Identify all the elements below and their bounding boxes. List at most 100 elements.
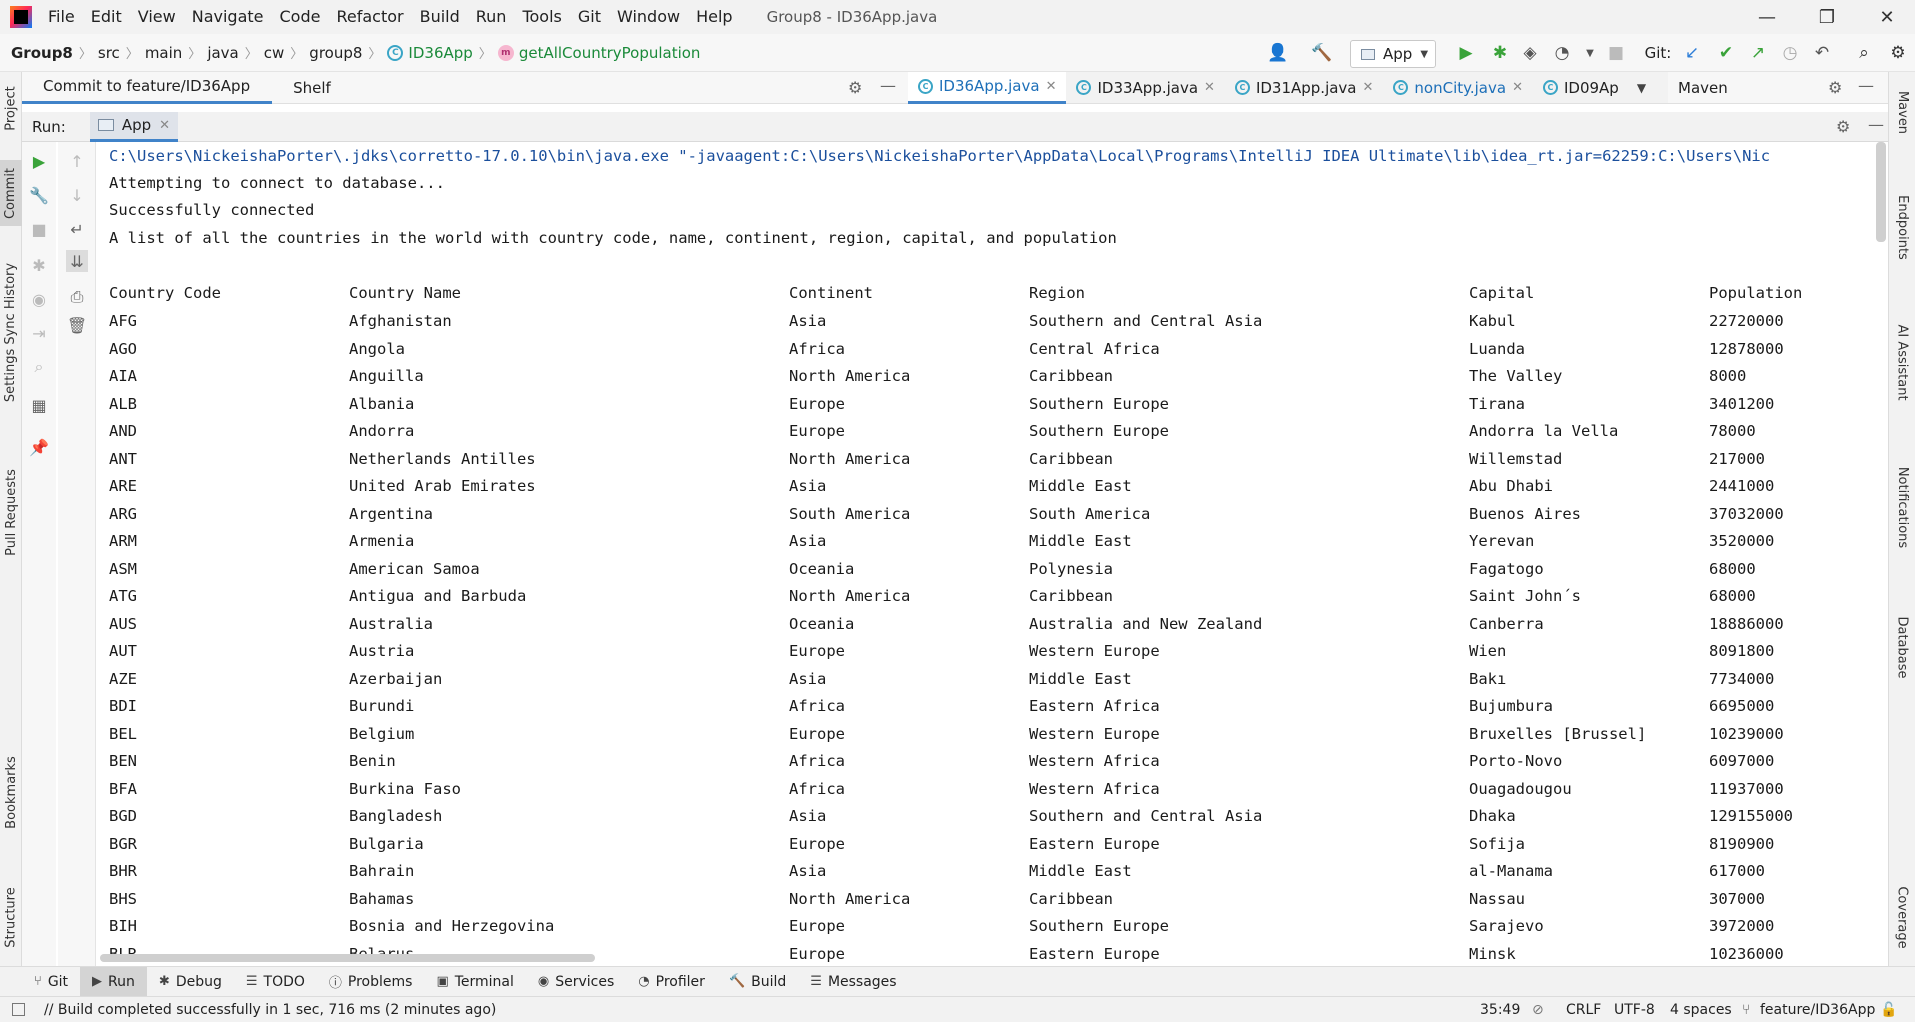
menu-tools[interactable]: Tools bbox=[514, 0, 569, 34]
bottom-tool-problems[interactable]: ⓘ Problems bbox=[317, 967, 425, 997]
menu-help[interactable]: Help bbox=[688, 0, 740, 34]
menu-code[interactable]: Code bbox=[272, 0, 329, 34]
tool-tab-ai-assistant[interactable]: AI Assistant bbox=[1889, 292, 1915, 432]
git-commit-icon[interactable]: ✔ bbox=[1714, 42, 1738, 64]
menu-window[interactable]: Window bbox=[609, 0, 688, 34]
bottom-tool-messages[interactable]: ☰ Messages bbox=[798, 967, 908, 997]
menu-run[interactable]: Run bbox=[468, 0, 515, 34]
tool-tab-notifications[interactable]: Notifications bbox=[1889, 442, 1915, 572]
tool-tab-coverage[interactable]: Coverage bbox=[1889, 862, 1915, 972]
debug-icon[interactable]: ✱ bbox=[1488, 42, 1512, 64]
close-tab-icon[interactable]: ✕ bbox=[1046, 79, 1057, 94]
tool-tab-structure[interactable]: Structure bbox=[0, 862, 22, 972]
modify-run-config-icon[interactable]: 🔧 bbox=[28, 184, 50, 206]
breadcrumb-class[interactable]: C ID36App bbox=[383, 44, 476, 62]
tool-tab-pull-requests[interactable]: Pull Requests bbox=[0, 452, 22, 572]
arrow-up-icon[interactable]: ↑ bbox=[66, 150, 88, 172]
run-hide-icon[interactable]: — bbox=[1868, 115, 1884, 134]
close-tab-icon[interactable]: ✕ bbox=[1363, 80, 1374, 95]
bottom-tool-build[interactable]: 🔨 Build bbox=[717, 967, 798, 997]
menu-view[interactable]: View bbox=[130, 0, 184, 34]
editor-tab-id09app[interactable]: C ID09Ap bbox=[1533, 72, 1629, 104]
breadcrumb-java[interactable]: java bbox=[203, 44, 242, 62]
editor-tab-id33app[interactable]: C ID33App.java ✕ bbox=[1066, 72, 1224, 104]
minimize-button[interactable]: — bbox=[1740, 0, 1794, 34]
tool-tab-project[interactable]: Project bbox=[0, 72, 22, 144]
menu-file[interactable]: File bbox=[40, 0, 83, 34]
bottom-tool-run[interactable]: ▶ Run bbox=[80, 966, 147, 997]
line-separator[interactable]: CRLF bbox=[1566, 997, 1601, 1022]
bottom-tool-profiler[interactable]: ◔ Profiler bbox=[626, 967, 717, 997]
tabs-dropdown-icon[interactable]: ▼ bbox=[1629, 81, 1654, 95]
git-push-icon[interactable]: ↗ bbox=[1746, 42, 1770, 64]
bottom-tool-services[interactable]: ◉ Services bbox=[526, 967, 626, 997]
maven-settings-icon[interactable]: ⚙ bbox=[1828, 78, 1842, 97]
breadcrumb-group8[interactable]: group8 bbox=[305, 44, 366, 62]
restore-button[interactable]: ❐ bbox=[1800, 0, 1854, 34]
tab-commit-to-feature[interactable]: Commit to feature/ID36App bbox=[22, 72, 273, 104]
profile-icon[interactable]: ◔ bbox=[1550, 42, 1574, 64]
status-message[interactable]: // Build completed successfully in 1 sec… bbox=[44, 1002, 496, 1018]
run-tab-app[interactable]: App ✕ bbox=[89, 111, 179, 142]
vertical-scrollbar[interactable] bbox=[1876, 142, 1886, 242]
menu-git[interactable]: Git bbox=[570, 0, 609, 34]
stop-icon[interactable]: ■ bbox=[28, 218, 50, 240]
editor-tab-noncity[interactable]: CnonCity.java ✕ bbox=[1383, 72, 1533, 104]
close-tab-icon[interactable]: ✕ bbox=[1204, 80, 1215, 95]
tool-tab-bookmarks[interactable]: Bookmarks bbox=[0, 742, 22, 842]
run-settings-icon[interactable]: ⚙ bbox=[1836, 117, 1850, 136]
pin-icon[interactable]: 📌 bbox=[28, 436, 50, 458]
search-icon[interactable]: ⌕ bbox=[1852, 42, 1876, 64]
commit-hide-icon[interactable]: — bbox=[880, 76, 896, 95]
trash-icon[interactable]: 🗑 bbox=[66, 314, 88, 336]
breadcrumb-src[interactable]: src bbox=[94, 44, 124, 62]
commit-settings-icon[interactable]: ⚙ bbox=[848, 78, 862, 97]
user-icon[interactable]: 👤 bbox=[1266, 42, 1290, 64]
soft-wrap-icon[interactable]: ↵ bbox=[66, 218, 88, 240]
menu-build[interactable]: Build bbox=[412, 0, 468, 34]
tool-tab-endpoints[interactable]: Endpoints bbox=[1889, 172, 1915, 282]
status-toggle-icon[interactable] bbox=[12, 1003, 25, 1016]
caret-position[interactable]: 35:49 bbox=[1480, 997, 1520, 1022]
git-history-icon[interactable]: ◷ bbox=[1778, 42, 1802, 64]
more-run-options-icon[interactable]: ▼ bbox=[1578, 42, 1602, 64]
editor-tab-id31app[interactable]: C ID31App.java ✕ bbox=[1225, 72, 1383, 104]
breadcrumb-method[interactable]: m getAllCountryPopulation bbox=[494, 44, 705, 62]
console-output[interactable]: C:\Users\NickeishaPorter\.jdks\corretto-… bbox=[96, 142, 1880, 962]
run-icon[interactable]: ▶ bbox=[1454, 42, 1478, 64]
bottom-tool-debug[interactable]: ✱ Debug bbox=[147, 967, 234, 997]
close-tab-icon[interactable]: ✕ bbox=[1512, 80, 1523, 95]
tool-tab-settings-sync-history[interactable]: Settings Sync History bbox=[0, 232, 22, 432]
camera-icon[interactable]: ◉ bbox=[28, 288, 50, 310]
bottom-tool-git[interactable]: ⑂ Git bbox=[22, 967, 80, 997]
login-icon[interactable]: ⇥ bbox=[28, 322, 50, 344]
breadcrumb-cw[interactable]: cw bbox=[260, 44, 289, 62]
lock-icon[interactable]: 🔓 bbox=[1880, 997, 1897, 1022]
coverage-icon[interactable]: ◈ bbox=[1518, 42, 1542, 64]
bottom-tool-todo[interactable]: ☰ TODO bbox=[234, 967, 317, 997]
build-hammer-icon[interactable]: 🔨 bbox=[1310, 42, 1334, 64]
print-icon[interactable]: ⎙ bbox=[66, 286, 88, 308]
arrow-down-icon[interactable]: ↓ bbox=[66, 184, 88, 206]
git-update-icon[interactable]: ↙ bbox=[1680, 42, 1704, 64]
git-branch[interactable]: feature/ID36App bbox=[1760, 997, 1875, 1022]
indent-setting[interactable]: 4 spaces bbox=[1670, 997, 1732, 1022]
maven-hide-icon[interactable]: — bbox=[1858, 76, 1874, 95]
git-rollback-icon[interactable]: ↶ bbox=[1810, 42, 1834, 64]
menu-refactor[interactable]: Refactor bbox=[328, 0, 411, 34]
menu-edit[interactable]: Edit bbox=[83, 0, 130, 34]
editor-tab-id36app[interactable]: C ID36App.java ✕ bbox=[908, 71, 1067, 104]
debug-icon[interactable]: ✱ bbox=[28, 254, 50, 276]
layout-icon[interactable]: ▦ bbox=[28, 394, 50, 416]
breadcrumb-main[interactable]: main bbox=[141, 44, 186, 62]
file-encoding[interactable]: UTF-8 bbox=[1614, 997, 1655, 1022]
search-icon[interactable]: ⌕ bbox=[28, 356, 50, 378]
breadcrumb-project[interactable]: Group8 bbox=[0, 44, 77, 62]
close-tab-icon[interactable]: ✕ bbox=[159, 118, 170, 133]
horizontal-scrollbar[interactable] bbox=[100, 954, 595, 962]
scroll-to-end-icon[interactable]: ⇊ bbox=[66, 250, 88, 272]
menu-navigate[interactable]: Navigate bbox=[184, 0, 272, 34]
settings-gear-icon[interactable]: ⚙ bbox=[1886, 42, 1910, 64]
close-window-button[interactable]: ✕ bbox=[1860, 0, 1914, 34]
tab-shelf[interactable]: Shelf bbox=[272, 72, 353, 104]
